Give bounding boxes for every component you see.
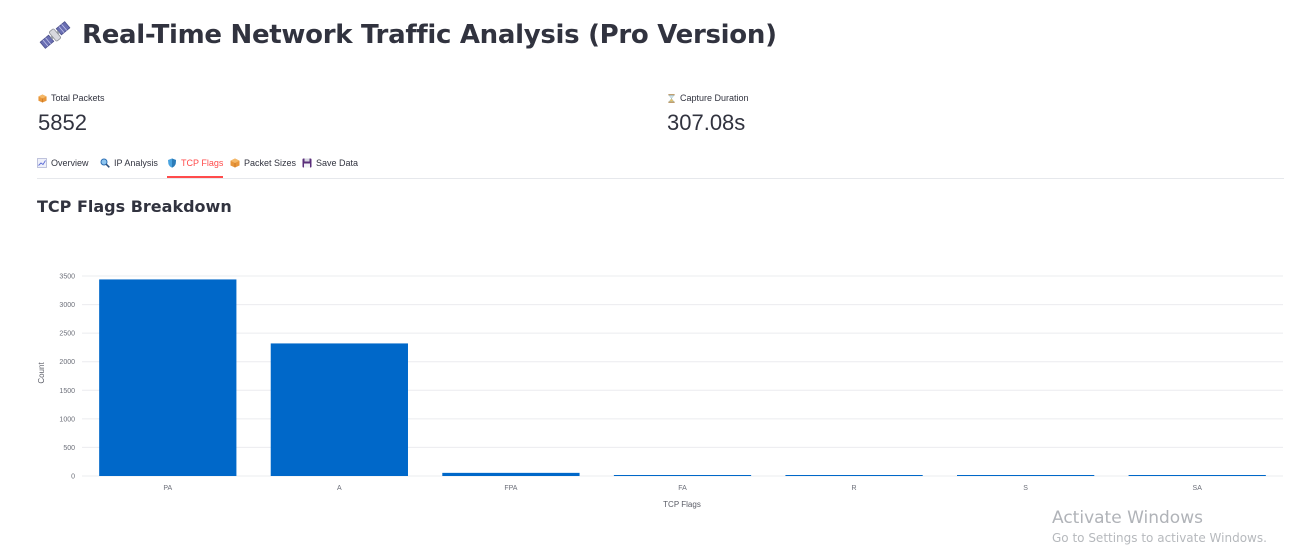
y-tick-label: 1000 — [59, 416, 75, 423]
tab-label: Overview — [51, 158, 89, 168]
bar-fpa[interactable] — [442, 472, 580, 476]
metric-label-row: Total Packets — [38, 92, 105, 104]
y-tick-label: 0 — [71, 474, 75, 481]
bar-s[interactable] — [957, 475, 1095, 476]
bar-a[interactable] — [270, 343, 408, 476]
page-title: Real-Time Network Traffic Analysis (Pro … — [82, 20, 777, 50]
x-tick-label: A — [337, 485, 342, 492]
y-tick-label: 1500 — [59, 388, 75, 395]
x-axis-title: TCP Flags — [663, 500, 701, 509]
bar-fa[interactable] — [613, 475, 752, 476]
chart-icon — [37, 158, 47, 168]
page-header: Real-Time Network Traffic Analysis (Pro … — [38, 14, 777, 56]
bar-sa[interactable] — [1128, 475, 1266, 476]
activate-windows-title: Activate Windows — [1052, 508, 1203, 528]
metric-total-packets: Total Packets 5852 — [38, 92, 105, 136]
tab-label: Save Data — [316, 158, 359, 168]
shield-icon — [168, 158, 176, 168]
metric-label-row: Capture Duration — [667, 92, 749, 104]
package-icon — [38, 93, 47, 103]
magnifier-icon — [100, 158, 110, 168]
tab-packet-sizes[interactable]: Packet Sizes — [230, 150, 296, 176]
metric-label: Total Packets — [51, 93, 105, 103]
bar-pa[interactable] — [99, 279, 237, 476]
y-axis-title: Count — [37, 362, 46, 384]
tab-tcp-flags[interactable]: TCP Flags — [167, 150, 224, 178]
package-icon — [230, 158, 240, 168]
y-tick-label: 3000 — [59, 302, 75, 309]
tab-label: TCP Flags — [181, 158, 224, 168]
satellite-icon — [39, 21, 71, 49]
bar-r[interactable] — [785, 475, 923, 476]
metric-label: Capture Duration — [680, 93, 749, 103]
tab-bar: Overview IP Analysis TCP Flags Packet Si… — [37, 150, 1284, 179]
x-tick-label: SA — [1193, 485, 1203, 492]
hourglass-icon — [668, 93, 675, 103]
chart-grid — [82, 275, 1283, 477]
x-tick-label: R — [852, 485, 857, 492]
chart-bars — [99, 279, 1266, 476]
x-tick-label: S — [1023, 485, 1028, 492]
metric-capture-duration: Capture Duration 307.08s — [667, 92, 749, 136]
section-title: TCP Flags Breakdown — [37, 197, 232, 216]
y-tick-label: 500 — [63, 445, 75, 452]
tab-label: IP Analysis — [114, 158, 158, 168]
tab-save-data[interactable]: Save Data — [302, 150, 358, 176]
metric-value: 5852 — [38, 110, 87, 135]
x-tick-label: PA — [163, 485, 172, 492]
tcp-flags-bar-chart: 0 500 1000 1500 2000 2500 3000 3500 PA A FPA FA R S SA… — [37, 274, 1283, 509]
x-tick-label: FPA — [504, 485, 517, 492]
floppy-disk-icon — [302, 158, 312, 168]
x-tick-label: FA — [678, 485, 687, 492]
y-tick-label: 2500 — [59, 331, 75, 338]
metric-value: 307.08s — [667, 110, 746, 135]
y-tick-label: 2000 — [59, 359, 75, 366]
tab-overview[interactable]: Overview — [37, 150, 89, 176]
y-tick-label: 3500 — [59, 274, 75, 281]
tab-ip-analysis[interactable]: IP Analysis — [100, 150, 158, 176]
activate-windows-subtitle: Go to Settings to activate Windows. — [1052, 531, 1267, 545]
tab-label: Packet Sizes — [244, 158, 297, 168]
